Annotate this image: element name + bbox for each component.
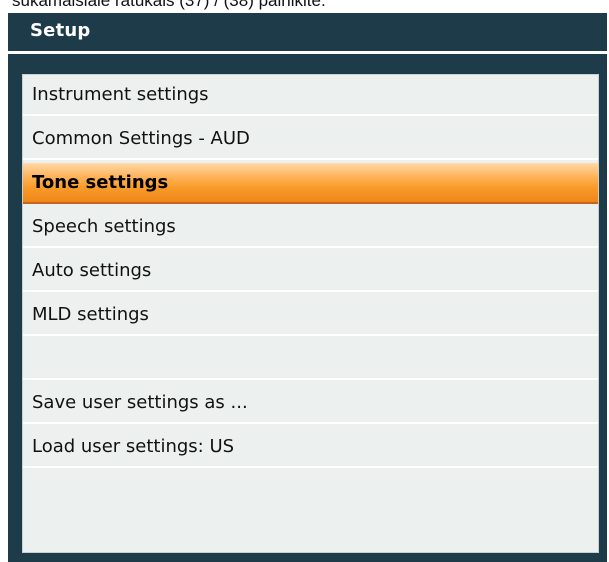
menu-item-label: Speech settings: [32, 216, 176, 237]
menu-item-instrument-settings[interactable]: Instrument settings: [23, 75, 598, 116]
menu-item-common-settings-aud[interactable]: Common Settings - AUD: [23, 119, 598, 160]
menu-item-label: Common Settings - AUD: [32, 128, 250, 149]
title-divider: [8, 51, 607, 54]
setup-menu: Instrument settings Common Settings - AU…: [22, 74, 599, 553]
menu-item-label: Instrument settings: [32, 84, 209, 105]
setup-window: Setup Instrument settings Common Setting…: [8, 13, 607, 562]
menu-item-label: Save user settings as ...: [32, 392, 248, 413]
menu-item-save-user-settings[interactable]: Save user settings as ...: [23, 383, 598, 424]
menu-item-label: Load user settings: US: [32, 436, 235, 457]
title-bar: Setup: [8, 13, 607, 49]
menu-item-tone-settings[interactable]: Tone settings: [23, 163, 598, 204]
menu-item-label: MLD settings: [32, 304, 149, 325]
menu-empty-area: [23, 485, 598, 552]
menu-item-load-user-settings[interactable]: Load user settings: US: [23, 427, 598, 468]
menu-item-auto-settings[interactable]: Auto settings: [23, 251, 598, 292]
menu-item-label: Auto settings: [32, 260, 152, 281]
caption-text: sukamaisiale ratukais (37) / (38) painik…: [12, 0, 326, 10]
menu-item-speech-settings[interactable]: Speech settings: [23, 207, 598, 248]
menu-item-empty: [23, 339, 598, 380]
menu-item-mld-settings[interactable]: MLD settings: [23, 295, 598, 336]
menu-item-label: Tone settings: [32, 172, 169, 193]
window-title: Setup: [30, 20, 91, 41]
